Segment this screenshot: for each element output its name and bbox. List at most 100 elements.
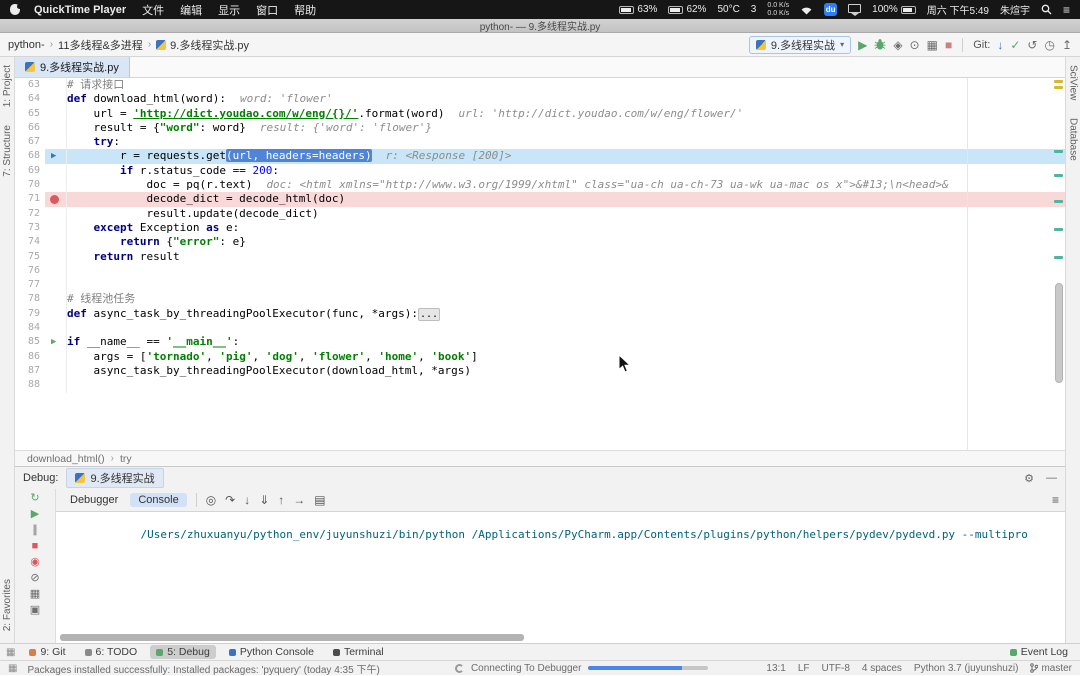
line-number[interactable]: 65 — [15, 107, 45, 121]
temperature-indicator[interactable]: 50°C — [717, 4, 739, 15]
mute-breakpoints-icon[interactable]: ⊘ — [30, 572, 39, 584]
profiler-button[interactable]: ⊙ — [910, 39, 920, 51]
debug-console[interactable]: /Users/zhuxuanyu/python_env/juyunshuzi/b… — [56, 512, 1065, 643]
screen-mirroring-icon[interactable] — [848, 4, 862, 16]
tool-window-button[interactable]: 2: Favorites — [2, 579, 13, 631]
indent-style[interactable]: 4 spaces — [862, 663, 902, 674]
git-history-button[interactable]: ◷ — [1044, 39, 1054, 51]
code-line[interactable]: 78 # 线程池任务 — [15, 292, 1065, 307]
stop-icon[interactable]: ■ — [32, 540, 39, 552]
menu-item[interactable]: 显示 — [218, 2, 240, 18]
battery-main-indicator[interactable]: 100% — [872, 4, 916, 15]
line-number[interactable]: 75 — [15, 250, 45, 264]
apple-menu-icon[interactable] — [10, 4, 22, 15]
breakpoint-icon[interactable] — [50, 194, 59, 204]
debug-session-tab[interactable]: 9.多线程实战 — [66, 468, 164, 488]
code-line[interactable]: 87 async_task_by_threadingPoolExecutor(d… — [15, 363, 1065, 379]
line-number[interactable]: 86 — [15, 350, 45, 364]
code-line[interactable]: 73 except Exception as e: — [15, 220, 1065, 236]
code-line[interactable]: 79 def async_task_by_threadingPoolExecuto… — [15, 306, 1065, 322]
code-line[interactable]: 77 — [15, 278, 1065, 293]
line-number[interactable]: 70 — [15, 178, 45, 192]
tool-window-button[interactable]: 6: TODO — [79, 645, 144, 659]
concurrency-diagram-button[interactable]: ▦ — [927, 39, 938, 51]
notification-center-icon[interactable]: ≡ — [1063, 4, 1070, 16]
breadcrumb-item[interactable]: try — [120, 453, 132, 465]
force-step-into-icon[interactable]: ⇓ — [259, 494, 269, 506]
tool-window-button[interactable]: 1: Project — [2, 65, 13, 107]
fan-indicator[interactable]: 3 — [751, 4, 757, 15]
spotlight-search-icon[interactable] — [1041, 4, 1052, 15]
menu-item[interactable]: 窗口 — [256, 2, 278, 18]
python-interpreter[interactable]: Python 3.7 (juyunshuzi) — [914, 663, 1019, 674]
line-number[interactable]: 85 — [15, 335, 45, 349]
editor-scrollbar[interactable] — [1055, 283, 1063, 383]
git-commit-button[interactable]: ✓ — [1010, 39, 1020, 51]
line-number[interactable]: 74 — [15, 235, 45, 249]
line-number[interactable]: 84 — [15, 321, 45, 335]
menubar-app-name[interactable]: QuickTime Player — [34, 4, 126, 16]
analysis-stripe-mark[interactable] — [1054, 150, 1063, 153]
tool-window-button[interactable]: Python Console — [223, 645, 320, 659]
battery-alt-indicator[interactable]: 63% — [619, 4, 657, 15]
debug-tab-console[interactable]: Console — [130, 493, 187, 507]
code-line[interactable]: 86 args = ['tornado', 'pig', 'dog', 'flo… — [15, 349, 1065, 364]
code-line[interactable]: 63 # 请求接口 — [15, 78, 1065, 93]
code-line[interactable]: 70 doc = pq(r.text) doc: <html xmlns="htt… — [15, 178, 1065, 193]
caret-position[interactable]: 13:1 — [766, 663, 785, 674]
line-number[interactable]: 64 — [15, 92, 45, 106]
code-editor[interactable]: 63 # 请求接口 64 def download_html(word): word: … — [15, 78, 1065, 450]
line-number[interactable]: 67 — [15, 135, 45, 149]
run-button[interactable]: ▶ — [858, 39, 867, 51]
line-number[interactable]: 63 — [15, 78, 45, 92]
analysis-stripe-mark[interactable] — [1054, 228, 1063, 231]
code-line[interactable]: 74 return {"error": e} — [15, 235, 1065, 250]
minimize-icon[interactable]: — — [1046, 472, 1057, 485]
tool-window-button[interactable]: Event Log — [1004, 645, 1074, 659]
code-line[interactable]: 75 return result — [15, 249, 1065, 264]
tool-window-switcher-icon[interactable]: ▦ — [6, 647, 15, 658]
code-line[interactable]: 69 if r.status_code == 200: — [15, 163, 1065, 179]
code-line[interactable]: 67 try: — [15, 135, 1065, 150]
editor-tab[interactable]: 9.多线程实战.py — [15, 57, 130, 77]
analysis-stripe-mark[interactable] — [1054, 256, 1063, 259]
tool-window-button[interactable]: SciView — [1068, 65, 1079, 100]
line-number[interactable]: 79 — [15, 307, 45, 321]
code-line[interactable]: 84 — [15, 321, 1065, 336]
gear-icon[interactable]: ⚙ — [1024, 472, 1034, 485]
pin-icon[interactable]: ▣ — [30, 604, 40, 616]
code-line[interactable]: 64 def download_html(word): word: 'flower' — [15, 92, 1065, 107]
line-number[interactable]: 71 — [15, 192, 45, 206]
menubar-clock[interactable]: 周六 下午5:49 — [927, 2, 989, 17]
line-number[interactable]: 69 — [15, 164, 45, 178]
evaluate-expression-icon[interactable]: ▤ — [314, 494, 325, 506]
tool-window-button[interactable]: Terminal — [327, 645, 390, 659]
run-with-coverage-button[interactable]: ◈ — [893, 39, 902, 51]
window-titlebar[interactable]: python- — 9.多线程实战.py — [0, 19, 1080, 33]
tool-window-button[interactable]: Database — [1068, 118, 1079, 161]
breadcrumb-item[interactable]: 9.多线程实战.py — [156, 37, 249, 53]
analysis-stripe-mark[interactable] — [1054, 200, 1063, 203]
run-to-cursor-icon[interactable]: → — [293, 494, 305, 506]
code-line[interactable]: 68 ▶ r = requests.get(url, headers=header… — [15, 149, 1065, 164]
step-over-icon[interactable]: ↷ — [225, 494, 235, 506]
file-encoding[interactable]: UTF-8 — [822, 663, 850, 674]
rerun-icon[interactable]: ↻ — [30, 492, 39, 504]
show-execution-point-icon[interactable]: ◎ — [206, 494, 216, 506]
line-number[interactable]: 73 — [15, 221, 45, 235]
tool-window-button[interactable]: 5: Debug — [150, 645, 216, 659]
menu-item[interactable]: 编辑 — [180, 2, 202, 18]
line-number[interactable]: 77 — [15, 278, 45, 292]
analysis-stripe-mark[interactable] — [1054, 174, 1063, 177]
code-line[interactable]: 76 — [15, 263, 1065, 279]
analysis-stripe-mark[interactable] — [1054, 80, 1063, 83]
breadcrumb-item[interactable]: download_html() — [27, 453, 105, 465]
view-breakpoints-icon[interactable]: ◉ — [30, 556, 40, 568]
git-push-button[interactable]: ↥ — [1062, 39, 1072, 51]
menu-item[interactable]: 帮助 — [294, 2, 316, 18]
debug-button[interactable] — [874, 38, 886, 51]
tool-window-button[interactable]: 7: Structure — [2, 125, 13, 177]
network-speed-indicator[interactable]: 0.0 K/s 0.0 K/s — [767, 2, 789, 18]
analysis-stripe-mark[interactable] — [1054, 86, 1063, 89]
line-number[interactable]: 72 — [15, 207, 45, 221]
